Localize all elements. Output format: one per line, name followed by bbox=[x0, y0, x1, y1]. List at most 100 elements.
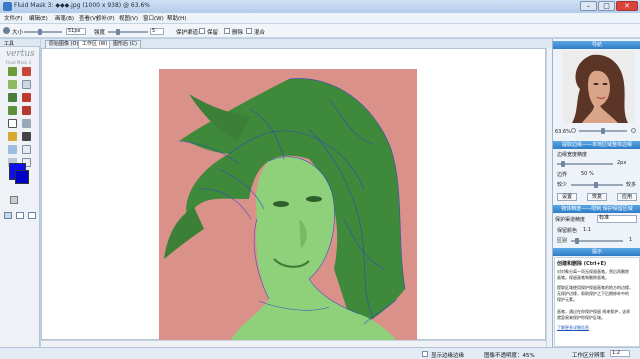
size-label: 大小 bbox=[12, 30, 24, 36]
size-slider[interactable] bbox=[24, 31, 62, 33]
tab-original[interactable]: 原始图像 (O) bbox=[45, 40, 83, 48]
menu-help[interactable]: 帮助(H) bbox=[167, 14, 186, 22]
show-edges-label: 显示边缘边缘 bbox=[431, 353, 465, 359]
keep-fill-icon[interactable] bbox=[8, 93, 17, 102]
edge-width-label: 边缘宽度精度 bbox=[557, 152, 588, 158]
grab-icon[interactable] bbox=[22, 119, 31, 128]
zoom-slider-knob[interactable] bbox=[601, 128, 605, 134]
zoom-out-icon[interactable] bbox=[571, 128, 576, 133]
navigator-thumbnail[interactable] bbox=[562, 51, 634, 123]
detail-value: 50 % bbox=[581, 171, 594, 177]
patch-keep-icon[interactable] bbox=[8, 106, 17, 115]
edge-width-value: 2px bbox=[617, 160, 627, 166]
delete-label: 删除 bbox=[232, 30, 244, 36]
view-mode-2-icon[interactable] bbox=[16, 212, 24, 219]
menu-view2[interactable]: 视图(V) bbox=[119, 14, 138, 22]
default-button[interactable]: 恢复 bbox=[587, 193, 607, 201]
view-mode-3-icon[interactable] bbox=[28, 212, 36, 219]
delete-fill-icon[interactable] bbox=[22, 93, 31, 102]
edge-width-slider[interactable] bbox=[557, 163, 613, 165]
maximize-button[interactable]: □ bbox=[598, 1, 615, 11]
reset-button[interactable]: 设置 bbox=[557, 193, 577, 201]
size-slider-knob[interactable] bbox=[38, 29, 42, 35]
blend-checkbox[interactable] bbox=[246, 28, 252, 34]
tip-more-link[interactable]: 了解更多详细信息 bbox=[557, 325, 589, 331]
horizontal-scrollbar[interactable] bbox=[41, 340, 546, 347]
zoom-in-icon[interactable] bbox=[631, 128, 636, 133]
brush-toolbar: 大小 51px 强度 5 保护渠道: 保留 删除 混合 bbox=[0, 24, 640, 38]
diff-value: 1 bbox=[629, 237, 633, 243]
patch-delete-icon[interactable] bbox=[22, 106, 31, 115]
vertus-logo-subtitle: Fluid Mask 3 bbox=[6, 60, 31, 65]
apply-button[interactable]: 应用 bbox=[617, 193, 637, 201]
eraser-icon[interactable] bbox=[8, 119, 17, 128]
keep-checkbox[interactable] bbox=[199, 28, 205, 34]
menu-file[interactable]: 文件(F) bbox=[4, 14, 22, 22]
minimize-button[interactable]: – bbox=[580, 1, 597, 11]
keep-label: 保留 bbox=[207, 30, 219, 36]
resolution-label: 工作区分辨率 bbox=[572, 353, 606, 359]
mode-label: 保护渠道精度 bbox=[555, 217, 586, 223]
status-bar: 显示边缘边缘 图像不透明度：45% 工作区分辨率 1:2 bbox=[0, 347, 640, 359]
less-label: 较少 bbox=[557, 182, 568, 188]
keep-brush-icon[interactable] bbox=[8, 67, 17, 76]
mode-select-value: 标准 bbox=[599, 215, 610, 221]
tips-header: 提示 bbox=[553, 248, 640, 256]
window-title: Fluid Mask 3: ◆◆◆.jpg (1000 x 938) @ 63.… bbox=[14, 2, 150, 9]
tab-workspace[interactable]: 工作区 (W) bbox=[78, 40, 112, 48]
tab-composite[interactable]: 图形后 (C) bbox=[109, 40, 141, 48]
edge-width-knob[interactable] bbox=[561, 161, 565, 167]
hand-icon[interactable] bbox=[8, 145, 17, 154]
tools-title: 工具 bbox=[4, 41, 15, 47]
detail-slider-knob[interactable] bbox=[594, 182, 598, 188]
delete-brush-icon[interactable] bbox=[22, 67, 31, 76]
diff-label: 区别 bbox=[557, 238, 568, 244]
zoom-value: 63.6% bbox=[555, 129, 571, 135]
camera-icon[interactable] bbox=[22, 132, 31, 141]
close-button[interactable]: ✕ bbox=[616, 1, 638, 11]
view-tabs: 原始图像 (O) 工作区 (W) 图形后 (C) bbox=[41, 39, 552, 48]
menu-edit[interactable]: 编辑(E) bbox=[29, 14, 48, 22]
view-mode-1-icon[interactable] bbox=[4, 212, 12, 219]
right-panel: 导航 63.6% 提取边缘——本地区域整体边缘 边缘宽度精度 2px 边界 50… bbox=[552, 39, 640, 348]
app-icon bbox=[3, 2, 12, 11]
menu-patch[interactable]: 修补(P) bbox=[96, 14, 115, 22]
menu-window[interactable]: 窗口(W) bbox=[143, 14, 164, 22]
magic-icon[interactable] bbox=[8, 132, 17, 141]
menu-brush[interactable]: 画笔(B) bbox=[55, 14, 74, 22]
show-edges-checkbox[interactable] bbox=[422, 351, 428, 357]
tips-box: 创建和删除 (Ctrl+E) 对对象分离一项无保留画笔，然后再删除 画笔。保留画… bbox=[554, 257, 640, 347]
strength-input[interactable]: 5 bbox=[150, 28, 164, 35]
tip-line: 保护元素。 bbox=[557, 297, 577, 302]
vertus-logo: vertus bbox=[6, 49, 35, 59]
size-input[interactable]: 51px bbox=[66, 28, 86, 35]
resolution-select[interactable]: 1:2 bbox=[610, 350, 630, 357]
more-label: 较多 bbox=[626, 182, 637, 188]
swap-colors-icon[interactable] bbox=[10, 196, 18, 204]
workspace-image[interactable] bbox=[159, 69, 417, 343]
title-bar: Fluid Mask 3: ◆◆◆.jpg (1000 x 938) @ 63.… bbox=[0, 0, 640, 13]
opacity-status: 图像不透明度：45% bbox=[484, 353, 535, 359]
brush-icon bbox=[3, 27, 10, 34]
keep-local-brush-icon[interactable] bbox=[8, 80, 17, 89]
arrow-icon[interactable] bbox=[22, 145, 31, 154]
menu-bar: 文件(F) 编辑(E) 画笔(B) 查看(V) 修补(P) 视图(V) 窗口(W… bbox=[0, 13, 640, 24]
strength-label: 强度 bbox=[94, 30, 106, 36]
strength-slider-knob[interactable] bbox=[116, 29, 120, 35]
tip-heading: 创建和删除 (Ctrl+E) bbox=[557, 261, 607, 267]
background-color-swatch[interactable] bbox=[15, 170, 29, 184]
protect-label: 保护渠道: bbox=[176, 30, 200, 36]
ratio-value: 1:1 bbox=[583, 227, 592, 233]
edge-brush-icon[interactable] bbox=[22, 80, 31, 89]
tip-line: 就容易来保护你保护区域。 bbox=[557, 315, 605, 320]
diff-slider-knob[interactable] bbox=[575, 238, 579, 244]
detail-label: 边界 bbox=[557, 172, 568, 178]
delete-checkbox[interactable] bbox=[224, 28, 230, 34]
blend-label: 混合 bbox=[254, 30, 266, 36]
tip-line: 画笔。保留画笔和删除画笔。 bbox=[557, 275, 609, 280]
mode-select[interactable]: 标准 bbox=[597, 215, 637, 223]
strength-slider[interactable] bbox=[108, 31, 148, 33]
object-settings-header: 物体精度——限制 保护保留区域 bbox=[553, 205, 640, 213]
ratio-label: 保留颜色 bbox=[557, 228, 578, 234]
tools-panel: 工具 vertus Fluid Mask 3 bbox=[0, 39, 40, 348]
